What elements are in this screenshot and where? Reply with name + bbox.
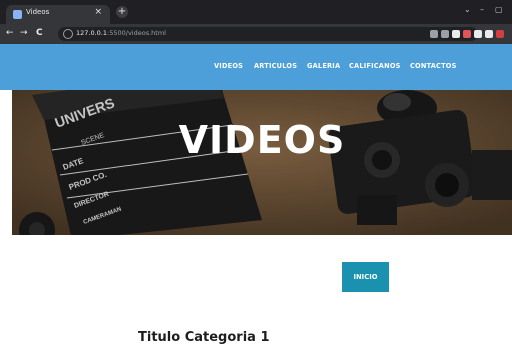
extension-icon[interactable]: [463, 30, 471, 38]
url-text: 127.0.0.1:5500/videos.html: [76, 29, 166, 37]
hero-banner: UNIVERS SCENE DATE PROD CO. DIRECTOR CAM…: [12, 90, 512, 235]
category-title: Titulo Categoria 1: [138, 330, 270, 345]
minimize-button[interactable]: –: [480, 5, 484, 14]
chevron-down-icon[interactable]: ⌄: [464, 5, 471, 14]
nav-link-contactos[interactable]: CONTACTOS: [410, 62, 457, 70]
favicon-icon: [13, 10, 22, 19]
back-button[interactable]: ←: [6, 28, 14, 38]
nav-link-articulos[interactable]: ARTICULOS: [254, 62, 297, 70]
site-header: VIDEOS ARTICULOS GALERIA CALIFICANOS CON…: [0, 44, 512, 90]
tab-title: Videos: [26, 8, 50, 16]
extension-icon[interactable]: [430, 30, 438, 38]
maximize-button[interactable]: ▢: [495, 5, 503, 14]
hero-background-image: UNIVERS SCENE DATE PROD CO. DIRECTOR CAM…: [12, 90, 512, 235]
hero-title: VIDEOS: [178, 118, 346, 162]
close-tab-icon[interactable]: ×: [94, 7, 102, 17]
extension-icon[interactable]: [441, 30, 449, 38]
extension-icon[interactable]: [496, 30, 504, 38]
extension-icon[interactable]: [474, 30, 482, 38]
extension-icon[interactable]: [485, 30, 493, 38]
extension-icon[interactable]: [452, 30, 460, 38]
nav-link-videos[interactable]: VIDEOS: [214, 62, 243, 70]
browser-tab[interactable]: Videos ×: [6, 5, 110, 24]
inicio-button[interactable]: INICIO: [342, 262, 389, 292]
browser-toolbar: ← → C 127.0.0.1:5500/videos.html: [0, 24, 512, 44]
new-tab-button[interactable]: +: [116, 6, 128, 18]
forward-button[interactable]: →: [20, 28, 28, 38]
nav-link-galeria[interactable]: GALERIA: [307, 62, 340, 70]
site-info-icon[interactable]: [63, 29, 73, 39]
nav-link-calificanos[interactable]: CALIFICANOS: [349, 62, 401, 70]
address-bar[interactable]: 127.0.0.1:5500/videos.html: [58, 27, 478, 41]
reload-button[interactable]: C: [36, 28, 43, 38]
browser-tab-strip: Videos × + ⌄ – ▢: [0, 0, 512, 24]
